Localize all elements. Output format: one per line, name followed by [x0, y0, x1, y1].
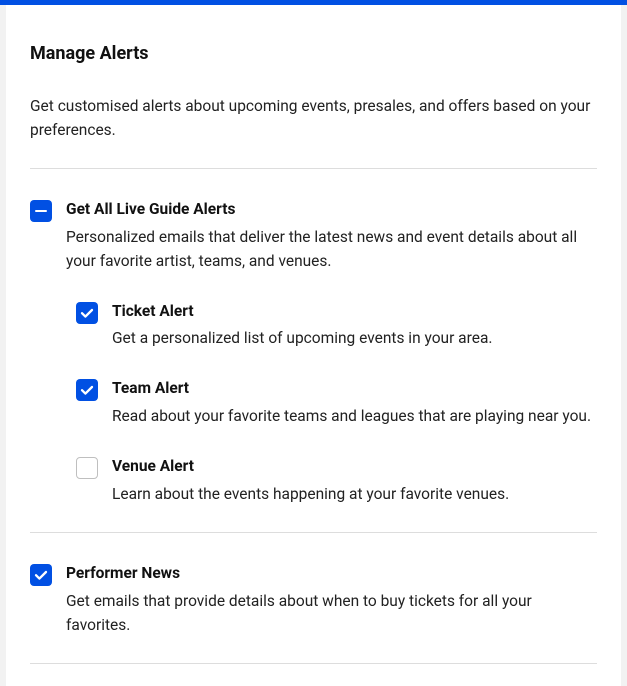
checkbox-ticket-alert[interactable] — [76, 302, 98, 324]
alert-label: Get All Live Guide Alerts — [66, 199, 597, 221]
modal-title: Manage Alerts — [30, 43, 597, 64]
alert-group-performer-news: Performer News Get emails that provide d… — [30, 533, 597, 663]
checkbox-performer-news[interactable] — [30, 564, 52, 586]
alert-content: Get All Live Guide Alerts Personalized e… — [66, 199, 597, 273]
alert-label: Venue Alert — [112, 456, 597, 478]
alert-label: Ticket Alert — [112, 301, 597, 323]
alert-desc: Read about your favorite teams and leagu… — [112, 404, 597, 428]
alert-row-live-guide: Get All Live Guide Alerts Personalized e… — [30, 199, 597, 273]
alert-row-team: Team Alert Read about your favorite team… — [76, 378, 597, 428]
checkmark-icon — [34, 568, 48, 582]
alert-desc: Get a personalized list of upcoming even… — [112, 326, 597, 350]
alert-row-venue: Venue Alert Learn about the events happe… — [76, 456, 597, 506]
alert-desc: Personalized emails that deliver the lat… — [66, 225, 597, 273]
alert-content: Ticket Alert Get a personalized list of … — [112, 301, 597, 351]
alert-group-live-guide: Get All Live Guide Alerts Personalized e… — [30, 169, 597, 532]
modal-intro: Get customised alerts about upcoming eve… — [30, 94, 597, 142]
indeterminate-icon — [35, 210, 47, 213]
alert-row-performer-news: Performer News Get emails that provide d… — [30, 563, 597, 637]
manage-alerts-modal: Manage Alerts Get customised alerts abou… — [0, 0, 627, 686]
checkbox-venue-alert[interactable] — [76, 457, 98, 479]
checkmark-icon — [80, 306, 94, 320]
alert-content: Performer News Get emails that provide d… — [66, 563, 597, 637]
alert-desc: Get emails that provide details about wh… — [66, 589, 597, 637]
divider — [30, 663, 597, 664]
alert-label: Performer News — [66, 563, 597, 585]
sub-alert-list: Ticket Alert Get a personalized list of … — [76, 301, 597, 506]
checkbox-live-guide[interactable] — [30, 200, 52, 222]
alert-desc: Learn about the events happening at your… — [112, 482, 597, 506]
checkbox-team-alert[interactable] — [76, 379, 98, 401]
alert-content: Venue Alert Learn about the events happe… — [112, 456, 597, 506]
checkmark-icon — [80, 383, 94, 397]
alert-content: Team Alert Read about your favorite team… — [112, 378, 597, 428]
alert-label: Team Alert — [112, 378, 597, 400]
alert-row-ticket: Ticket Alert Get a personalized list of … — [76, 301, 597, 351]
